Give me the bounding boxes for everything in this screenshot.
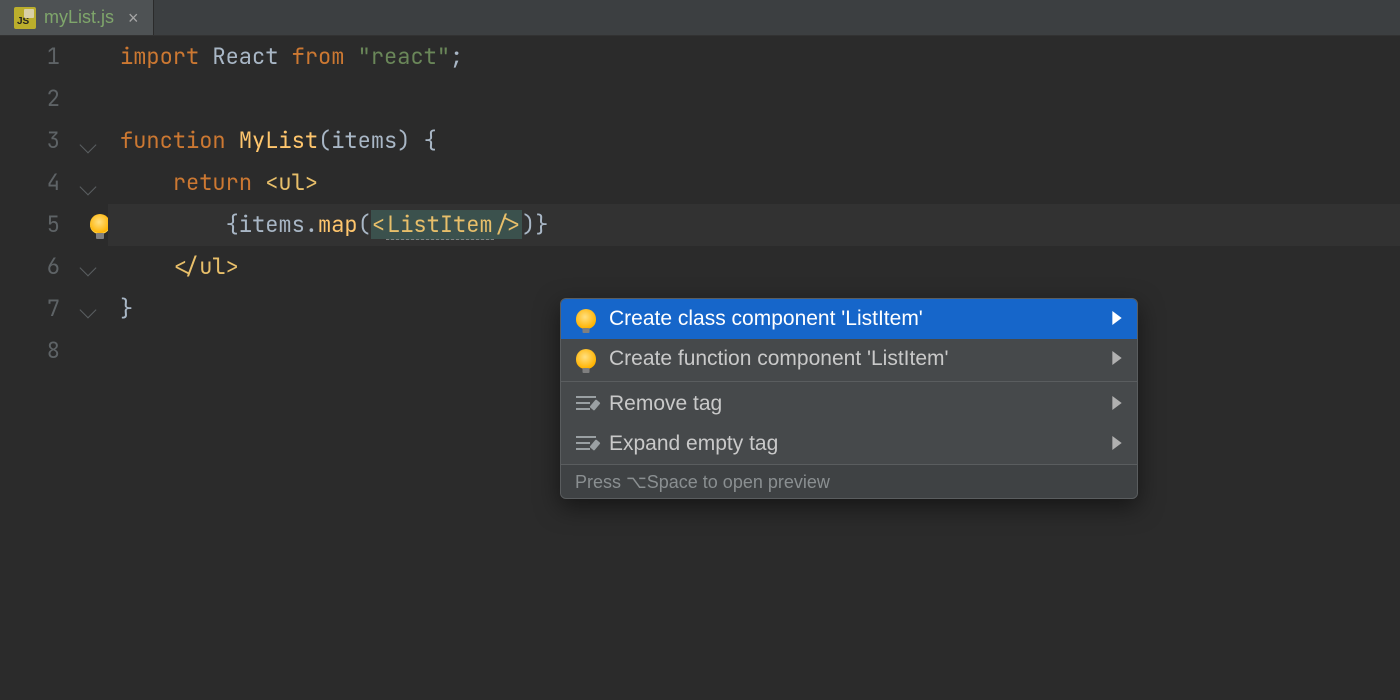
intention-action-expand-tag[interactable]: Expand empty tag <box>561 424 1137 464</box>
code-line-current: {items.map(<ListItem/>)} <box>108 204 1400 246</box>
file-tab-label: myList.js <box>44 7 114 28</box>
edit-lines-icon <box>575 436 597 452</box>
fold-region-end-icon[interactable] <box>80 302 97 319</box>
submenu-chevron-icon <box>1111 338 1123 380</box>
code-editor[interactable]: 1 2 3 4 5 6 7 8 import React from "react… <box>0 36 1400 700</box>
fold-region-start-icon[interactable] <box>80 137 97 154</box>
line-number: 7 <box>0 288 60 330</box>
line-number: 2 <box>0 78 60 120</box>
code-line: </ul> <box>108 246 1400 288</box>
intention-action-remove-tag[interactable]: Remove tag <box>561 384 1137 424</box>
line-number: 6 <box>0 246 60 288</box>
popup-separator <box>561 381 1137 382</box>
intention-action-create-class[interactable]: Create class component 'ListItem' <box>561 299 1137 339</box>
bulb-icon <box>575 349 597 369</box>
close-tab-icon[interactable]: × <box>128 9 139 27</box>
fold-gutter <box>78 36 108 700</box>
editor-window: JS myList.js × 1 2 3 4 5 6 7 8 import Re… <box>0 0 1400 700</box>
intention-action-label: Create function component 'ListItem' <box>609 338 949 380</box>
line-number-gutter: 1 2 3 4 5 6 7 8 <box>0 36 78 700</box>
fold-region-end-icon[interactable] <box>80 260 97 277</box>
filetype-js-icon: JS <box>14 7 36 29</box>
popup-hint-footer: Press ⌥Space to open preview <box>561 464 1137 498</box>
submenu-chevron-icon <box>1111 423 1123 465</box>
code-line: return <ul> <box>108 162 1400 204</box>
fold-region-start-icon[interactable] <box>80 179 97 196</box>
line-number: 4 <box>0 162 60 204</box>
code-line: import React from "react"; <box>108 36 1400 78</box>
tab-bar: JS myList.js × <box>0 0 1400 36</box>
line-number: 1 <box>0 36 60 78</box>
bulb-icon <box>575 309 597 329</box>
edit-lines-icon <box>575 396 597 412</box>
unresolved-component: ListItem <box>386 210 494 240</box>
line-number: 3 <box>0 120 60 162</box>
file-tab-mylist[interactable]: JS myList.js × <box>0 0 154 35</box>
intention-action-label: Expand empty tag <box>609 423 778 465</box>
submenu-chevron-icon <box>1111 383 1123 425</box>
intention-actions-popup: Create class component 'ListItem' Create… <box>560 298 1138 499</box>
intention-action-label: Create class component 'ListItem' <box>609 298 923 340</box>
code-line <box>108 78 1400 120</box>
popup-hint-label: Press ⌥Space to open preview <box>575 461 830 500</box>
line-number: 5 <box>0 204 60 246</box>
intention-action-create-function[interactable]: Create function component 'ListItem' <box>561 339 1137 379</box>
line-number: 8 <box>0 330 60 372</box>
submenu-chevron-icon <box>1111 298 1123 340</box>
intention-action-label: Remove tag <box>609 383 722 425</box>
code-line: function MyList(items) { <box>108 120 1400 162</box>
